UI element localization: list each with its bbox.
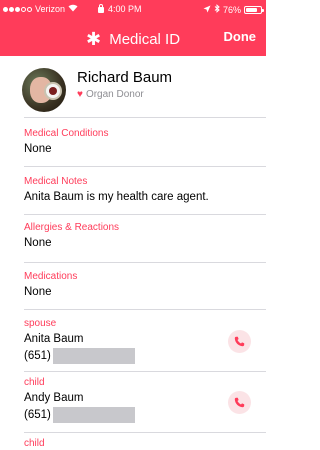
status-bar: Verizon 4:00 PM 76% bbox=[0, 0, 266, 18]
organ-donor-label: Organ Donor bbox=[85, 89, 144, 100]
divider bbox=[24, 432, 266, 433]
section-value: Anita Baum is my health care agent. bbox=[24, 191, 209, 203]
section-medical-conditions: Medical Conditions None bbox=[24, 128, 266, 155]
nav-title-label: Medical ID bbox=[109, 31, 181, 48]
carrier-label: Verizon bbox=[35, 4, 66, 14]
section-value: None bbox=[24, 237, 52, 249]
divider bbox=[24, 309, 266, 310]
contact-phone-prefix: (651) bbox=[24, 350, 51, 362]
bluetooth-icon bbox=[214, 4, 220, 15]
wifi-icon bbox=[68, 4, 78, 14]
divider bbox=[24, 262, 266, 263]
nav-bar: ✱ Medical ID Done bbox=[0, 18, 266, 56]
contact-phone: (651) bbox=[24, 348, 266, 364]
lock-icon bbox=[98, 4, 104, 13]
profile-header: Richard Baum ♥ Organ Donor bbox=[0, 56, 266, 116]
section-value: None bbox=[24, 143, 52, 155]
medical-asterisk-icon: ✱ bbox=[85, 29, 102, 49]
phone-icon bbox=[234, 336, 245, 347]
time-label: 4:00 PM bbox=[108, 4, 142, 14]
section-label: Medical Notes bbox=[24, 176, 88, 187]
section-medications: Medications None bbox=[24, 271, 266, 298]
profile-name: Richard Baum bbox=[77, 69, 173, 86]
section-allergies: Allergies & Reactions None bbox=[24, 222, 266, 249]
signal-dots-icon bbox=[3, 6, 32, 12]
divider bbox=[24, 166, 266, 167]
contact-phone-prefix: (651) bbox=[24, 409, 51, 421]
phone-icon bbox=[234, 397, 245, 408]
emergency-contact-child-2: child bbox=[24, 438, 266, 449]
redacted-phone-number bbox=[52, 407, 135, 423]
heart-icon: ♥ bbox=[77, 89, 83, 100]
contact-relation: spouse bbox=[24, 318, 57, 329]
section-label: Allergies & Reactions bbox=[24, 222, 120, 233]
battery-icon bbox=[244, 5, 264, 14]
section-label: Medical Conditions bbox=[24, 128, 109, 139]
carrier-signal: Verizon bbox=[3, 4, 78, 14]
battery-percent: 76% bbox=[222, 4, 241, 15]
done-button[interactable]: Done bbox=[224, 29, 257, 44]
call-button[interactable] bbox=[228, 330, 251, 353]
section-medical-notes: Medical Notes Anita Baum is my health ca… bbox=[24, 176, 266, 203]
status-time: 4:00 PM bbox=[98, 4, 142, 14]
avatar bbox=[22, 68, 66, 112]
contact-relation: child bbox=[24, 438, 45, 449]
divider bbox=[24, 371, 266, 372]
organ-donor-badge: ♥ Organ Donor bbox=[77, 89, 144, 100]
divider bbox=[24, 214, 266, 215]
section-label: Medications bbox=[24, 271, 78, 282]
call-button[interactable] bbox=[228, 391, 251, 414]
redacted-phone-number bbox=[52, 348, 135, 364]
status-right: 76% bbox=[203, 4, 264, 15]
location-icon bbox=[203, 5, 211, 15]
medical-id-screen: Verizon 4:00 PM 76% ✱ Medical ID Done Ri… bbox=[0, 0, 266, 450]
section-value: None bbox=[24, 286, 52, 298]
divider bbox=[24, 117, 266, 118]
contact-relation: child bbox=[24, 377, 45, 388]
